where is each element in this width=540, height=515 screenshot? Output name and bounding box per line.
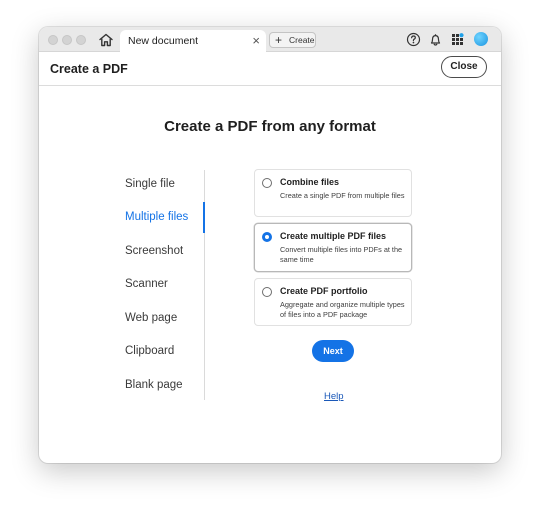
option-title: Combine files <box>280 177 340 187</box>
nav-item-screenshot[interactable]: Screenshot <box>125 245 183 257</box>
window-close-dot[interactable] <box>48 35 58 45</box>
create-tab-button[interactable]: + Create <box>269 32 316 48</box>
help-circle-icon[interactable] <box>406 32 421 47</box>
close-button[interactable]: Close <box>441 56 487 78</box>
create-label: Create <box>289 35 315 45</box>
option-title: Create PDF portfolio <box>280 286 368 296</box>
option-title: Create multiple PDF files <box>280 231 387 241</box>
option-description: Aggregate and organize multiple types of… <box>280 300 405 319</box>
close-icon[interactable]: × <box>252 33 260 48</box>
nav-item-blank-page[interactable]: Blank page <box>125 379 183 391</box>
window-minimize-dot[interactable] <box>62 35 72 45</box>
bell-icon[interactable] <box>428 32 443 47</box>
page-title: Create a PDF <box>50 62 128 76</box>
nav-item-scanner[interactable]: Scanner <box>125 278 168 290</box>
option-description: Convert multiple files into PDFs at the … <box>280 245 403 264</box>
main-heading: Create a PDF from any format <box>164 118 376 135</box>
apps-grid-icon[interactable] <box>450 32 465 47</box>
radio-combine-files[interactable] <box>262 178 272 188</box>
nav-active-indicator <box>203 202 205 233</box>
help-link[interactable]: Help <box>324 391 344 402</box>
nav-item-multiple-files[interactable]: Multiple files <box>125 211 188 223</box>
option-combine-files[interactable]: Combine files Create a single PDF from m… <box>254 169 412 217</box>
plus-icon: + <box>275 33 283 47</box>
radio-create-multiple-pdf-files[interactable] <box>262 232 272 242</box>
radio-create-pdf-portfolio[interactable] <box>262 287 272 297</box>
nav-item-clipboard[interactable]: Clipboard <box>125 345 174 357</box>
app-window: New document × + Create Create a PDF Clo… <box>39 27 501 463</box>
title-bar: New document × + Create <box>39 27 501 53</box>
option-description: Create a single PDF from multiple files <box>280 191 405 200</box>
dialog-header: Create a PDF Close <box>39 53 501 86</box>
tab-new-document[interactable]: New document × <box>120 30 266 53</box>
option-create-multiple-pdf-files[interactable]: Create multiple PDF files Convert multip… <box>254 223 412 272</box>
nav-item-single-file[interactable]: Single file <box>125 178 175 190</box>
nav-item-web-page[interactable]: Web page <box>125 312 177 324</box>
option-create-pdf-portfolio[interactable]: Create PDF portfolio Aggregate and organ… <box>254 278 412 326</box>
next-button[interactable]: Next <box>312 340 354 362</box>
format-nav: Single file Multiple files Screenshot Sc… <box>125 170 205 400</box>
tab-label: New document <box>128 35 199 47</box>
avatar[interactable] <box>474 32 488 46</box>
home-icon[interactable] <box>97 31 115 49</box>
window-zoom-dot[interactable] <box>76 35 86 45</box>
